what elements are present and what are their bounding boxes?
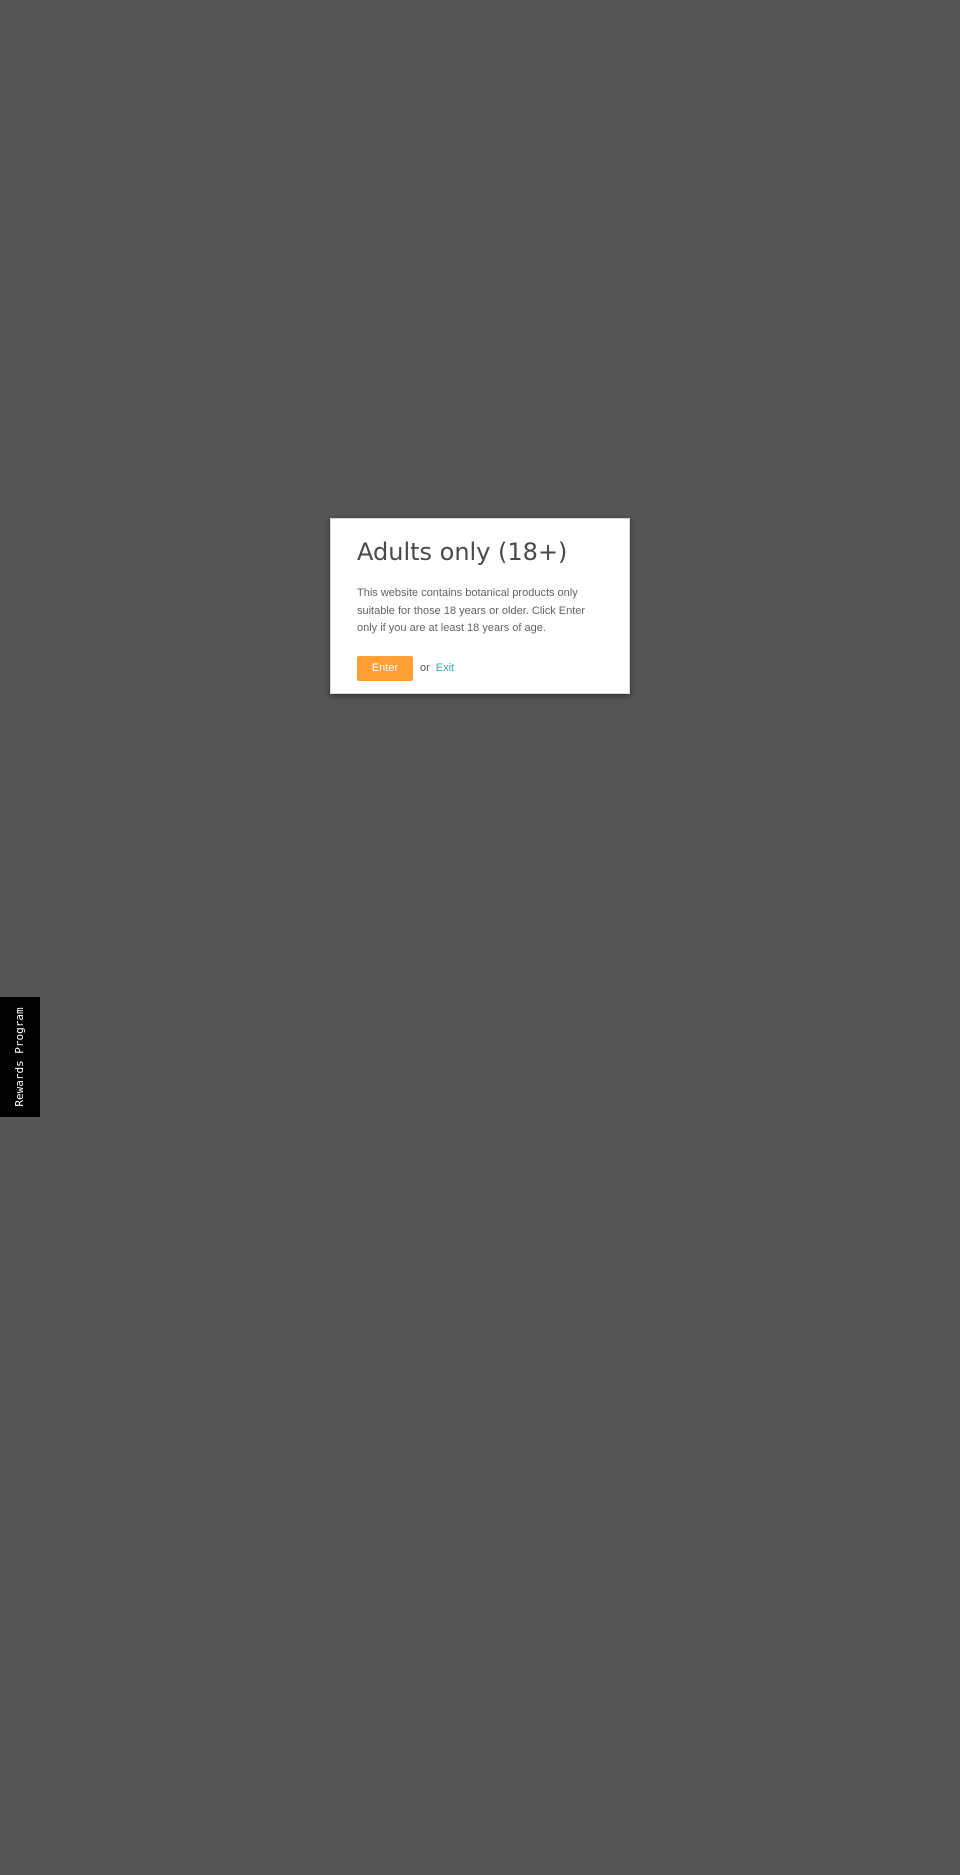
exit-link[interactable]: Exit: [436, 662, 454, 674]
enter-button[interactable]: Enter: [357, 655, 413, 681]
page-overlay: [0, 0, 960, 1875]
modal-title: Adults only (18+): [357, 538, 568, 566]
modal-actions: Enter or Exit: [357, 655, 603, 681]
or-text: or: [420, 662, 430, 674]
rewards-program-tab[interactable]: Rewards Program: [0, 997, 40, 1117]
age-verification-modal: Adults only (18+) This website contains …: [330, 518, 630, 694]
modal-message: This website contains botanical products…: [357, 587, 586, 634]
rewards-program-label: Rewards Program: [13, 1007, 26, 1107]
